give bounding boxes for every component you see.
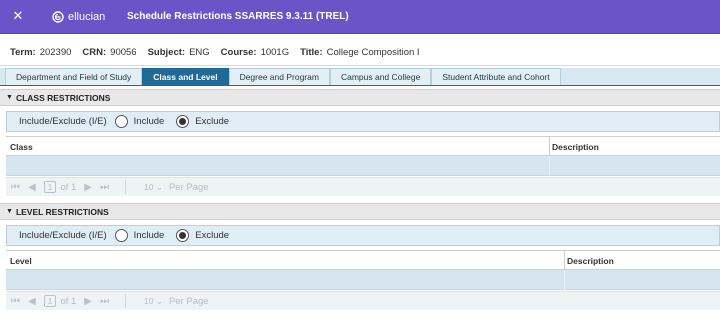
level-exclude-radio[interactable]: Exclude [176, 229, 229, 242]
class-exclude-label: Exclude [195, 116, 230, 127]
last-page-icon[interactable]: ⏭ [100, 182, 109, 193]
close-icon[interactable]: ✕ [9, 8, 27, 26]
tab-degree-and-program[interactable]: Degree and Program [228, 68, 330, 85]
class-page-input[interactable]: 1 [43, 181, 57, 193]
class-restrictions-header[interactable]: ▼ CLASS RESTRICTIONS [0, 89, 720, 106]
subject-value: ENG [189, 47, 210, 58]
last-page-icon[interactable]: ⏭ [100, 296, 109, 307]
level-per-page-label: Per Page [168, 295, 209, 307]
class-per-page-label: Per Page [168, 181, 209, 193]
radio-unchecked-icon[interactable] [114, 115, 128, 128]
first-page-icon[interactable]: ⏮ [11, 296, 20, 307]
level-ie-label: Include/Exclude (I/E) [19, 230, 107, 241]
class-column-header[interactable]: Class [10, 142, 33, 152]
crn-label: CRN: [82, 47, 107, 58]
first-page-icon[interactable]: ⏮ [11, 182, 20, 193]
logo-text: ellucian [68, 11, 106, 23]
level-column-header[interactable]: Level [10, 256, 32, 266]
level-page-input[interactable]: 1 [43, 295, 57, 307]
radio-checked-icon[interactable] [176, 229, 190, 242]
level-include-radio[interactable]: Include [114, 229, 165, 242]
tab-student-attribute-cohort[interactable]: Student Attribute and Cohort [431, 68, 561, 85]
class-include-label: Include [133, 116, 165, 127]
class-description-column-header[interactable]: Description [552, 142, 599, 152]
next-page-icon[interactable]: ▶ [84, 182, 92, 193]
level-per-page-select[interactable]: 10 ⌄ [144, 296, 163, 307]
class-pager: ⏮ ◀ 1 of 1 ▶ ⏭ 10 ⌄ Per Page [6, 177, 720, 196]
tab-department-field-of-study[interactable]: Department and Field of Study [5, 68, 143, 85]
subject-label: Subject: [147, 47, 186, 58]
level-include-label: Include [133, 230, 165, 241]
previous-page-icon[interactable]: ◀ [28, 296, 36, 307]
level-restrictions-title: LEVEL RESTRICTIONS [15, 206, 109, 217]
level-include-exclude-bar: Include/Exclude (I/E) Include Exclude [6, 225, 720, 246]
key-block-context: Term: 202390 CRN: 90056 Subject: ENG Cou… [0, 40, 720, 66]
course-label: Course: [220, 47, 257, 58]
class-grid-row[interactable] [6, 156, 720, 176]
next-page-icon[interactable]: ▶ [84, 296, 92, 307]
class-ie-label: Include/Exclude (I/E) [19, 116, 107, 127]
term-value: 202390 [39, 47, 72, 58]
term-label: Term: [10, 47, 36, 58]
level-page-of: of 1 [60, 295, 77, 307]
class-exclude-radio[interactable]: Exclude [176, 115, 229, 128]
level-grid-row[interactable] [6, 270, 720, 290]
collapse-caret-icon[interactable]: ▼ [6, 94, 13, 101]
class-per-page-select[interactable]: 10 ⌄ [144, 182, 163, 193]
tab-bar: Department and Field of Study Class and … [0, 68, 720, 86]
previous-page-icon[interactable]: ◀ [28, 182, 36, 193]
radio-checked-icon[interactable] [176, 115, 190, 128]
class-restrictions-title: CLASS RESTRICTIONS [15, 92, 111, 103]
course-value: 1001G [260, 47, 290, 58]
level-grid-header: Level Description [6, 250, 720, 270]
level-restrictions-header[interactable]: ▼ LEVEL RESTRICTIONS [0, 203, 720, 220]
class-grid-header: Class Description [6, 136, 720, 156]
level-exclude-label: Exclude [195, 230, 230, 241]
ellucian-logo[interactable]: ellucian [52, 10, 105, 24]
radio-unchecked-icon[interactable] [114, 229, 128, 242]
class-include-exclude-bar: Include/Exclude (I/E) Include Exclude [6, 111, 720, 132]
ellucian-logo-icon [52, 11, 64, 23]
page-title: Schedule Restrictions SSARRES 9.3.11 (TR… [127, 11, 349, 22]
tab-campus-and-college[interactable]: Campus and College [329, 68, 432, 85]
crn-value: 90056 [110, 47, 137, 58]
class-page-of: of 1 [60, 181, 77, 193]
level-pager: ⏮ ◀ 1 of 1 ▶ ⏭ 10 ⌄ Per Page [6, 291, 720, 310]
level-description-column-header[interactable]: Description [567, 256, 614, 266]
tab-class-and-level[interactable]: Class and Level [142, 68, 229, 85]
class-include-radio[interactable]: Include [114, 115, 165, 128]
collapse-caret-icon[interactable]: ▼ [6, 208, 13, 215]
title-label: Title: [300, 47, 323, 58]
title-value: College Composition I [326, 47, 420, 58]
app-header: ✕ ellucian Schedule Restrictions SSARRES… [0, 0, 720, 34]
